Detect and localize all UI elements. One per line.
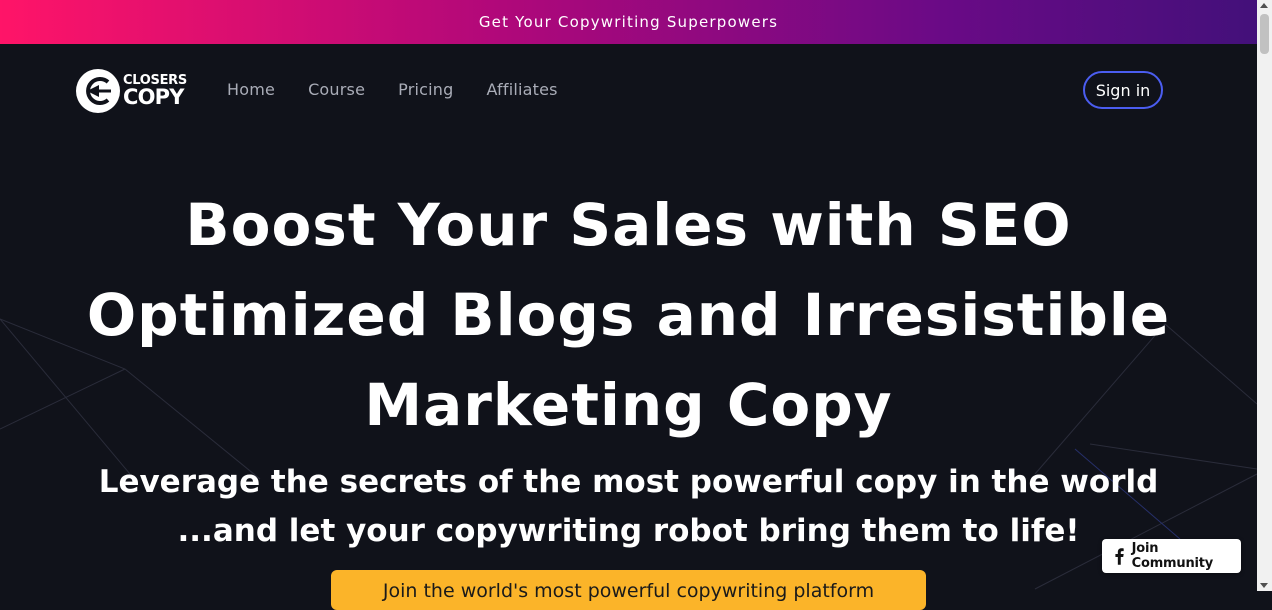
nav-link-affiliates[interactable]: Affiliates [486, 80, 557, 99]
hero-title-line-1: Boost Your Sales with SEO [185, 191, 1072, 259]
scrollbar-thumb[interactable] [1260, 14, 1269, 54]
closers-copy-logo[interactable]: CLOSERS COPY [75, 68, 187, 114]
logo-mark-icon [76, 69, 120, 113]
promo-banner-text[interactable]: Get Your Copywriting Superpowers [479, 13, 778, 31]
hero-title: Boost Your Sales with SEO Optimized Blog… [0, 180, 1257, 450]
facebook-icon [1115, 548, 1124, 565]
scroll-down-icon[interactable] [1260, 583, 1268, 588]
page-scrollbar[interactable] [1257, 0, 1272, 591]
hero-subtitle: Leverage the secrets of the most powerfu… [0, 458, 1257, 556]
join-platform-button[interactable]: Join the world's most powerful copywriti… [331, 570, 926, 610]
hero-subtitle-line-2: ...and let your copywriting robot bring … [177, 513, 1080, 549]
join-community-label: Join Community [1131, 541, 1214, 571]
nav-link-home[interactable]: Home [227, 80, 275, 99]
main-navigation [0, 44, 1257, 138]
nav-link-pricing[interactable]: Pricing [398, 80, 453, 99]
scroll-up-icon[interactable] [1260, 3, 1268, 8]
nav-link-course[interactable]: Course [308, 80, 365, 99]
hero-title-line-3: Marketing Copy [364, 371, 893, 439]
join-community-button[interactable]: Join Community [1102, 539, 1241, 573]
logo-text-copy: COPY [123, 85, 184, 109]
sign-in-button[interactable]: Sign in [1083, 71, 1163, 109]
nav-links: Home Course Pricing Affiliates [227, 80, 558, 99]
hero-subtitle-line-1: Leverage the secrets of the most powerfu… [98, 464, 1159, 500]
hero-title-line-2: Optimized Blogs and Irresistible [86, 281, 1171, 349]
promo-banner[interactable]: Get Your Copywriting Superpowers [0, 0, 1257, 44]
